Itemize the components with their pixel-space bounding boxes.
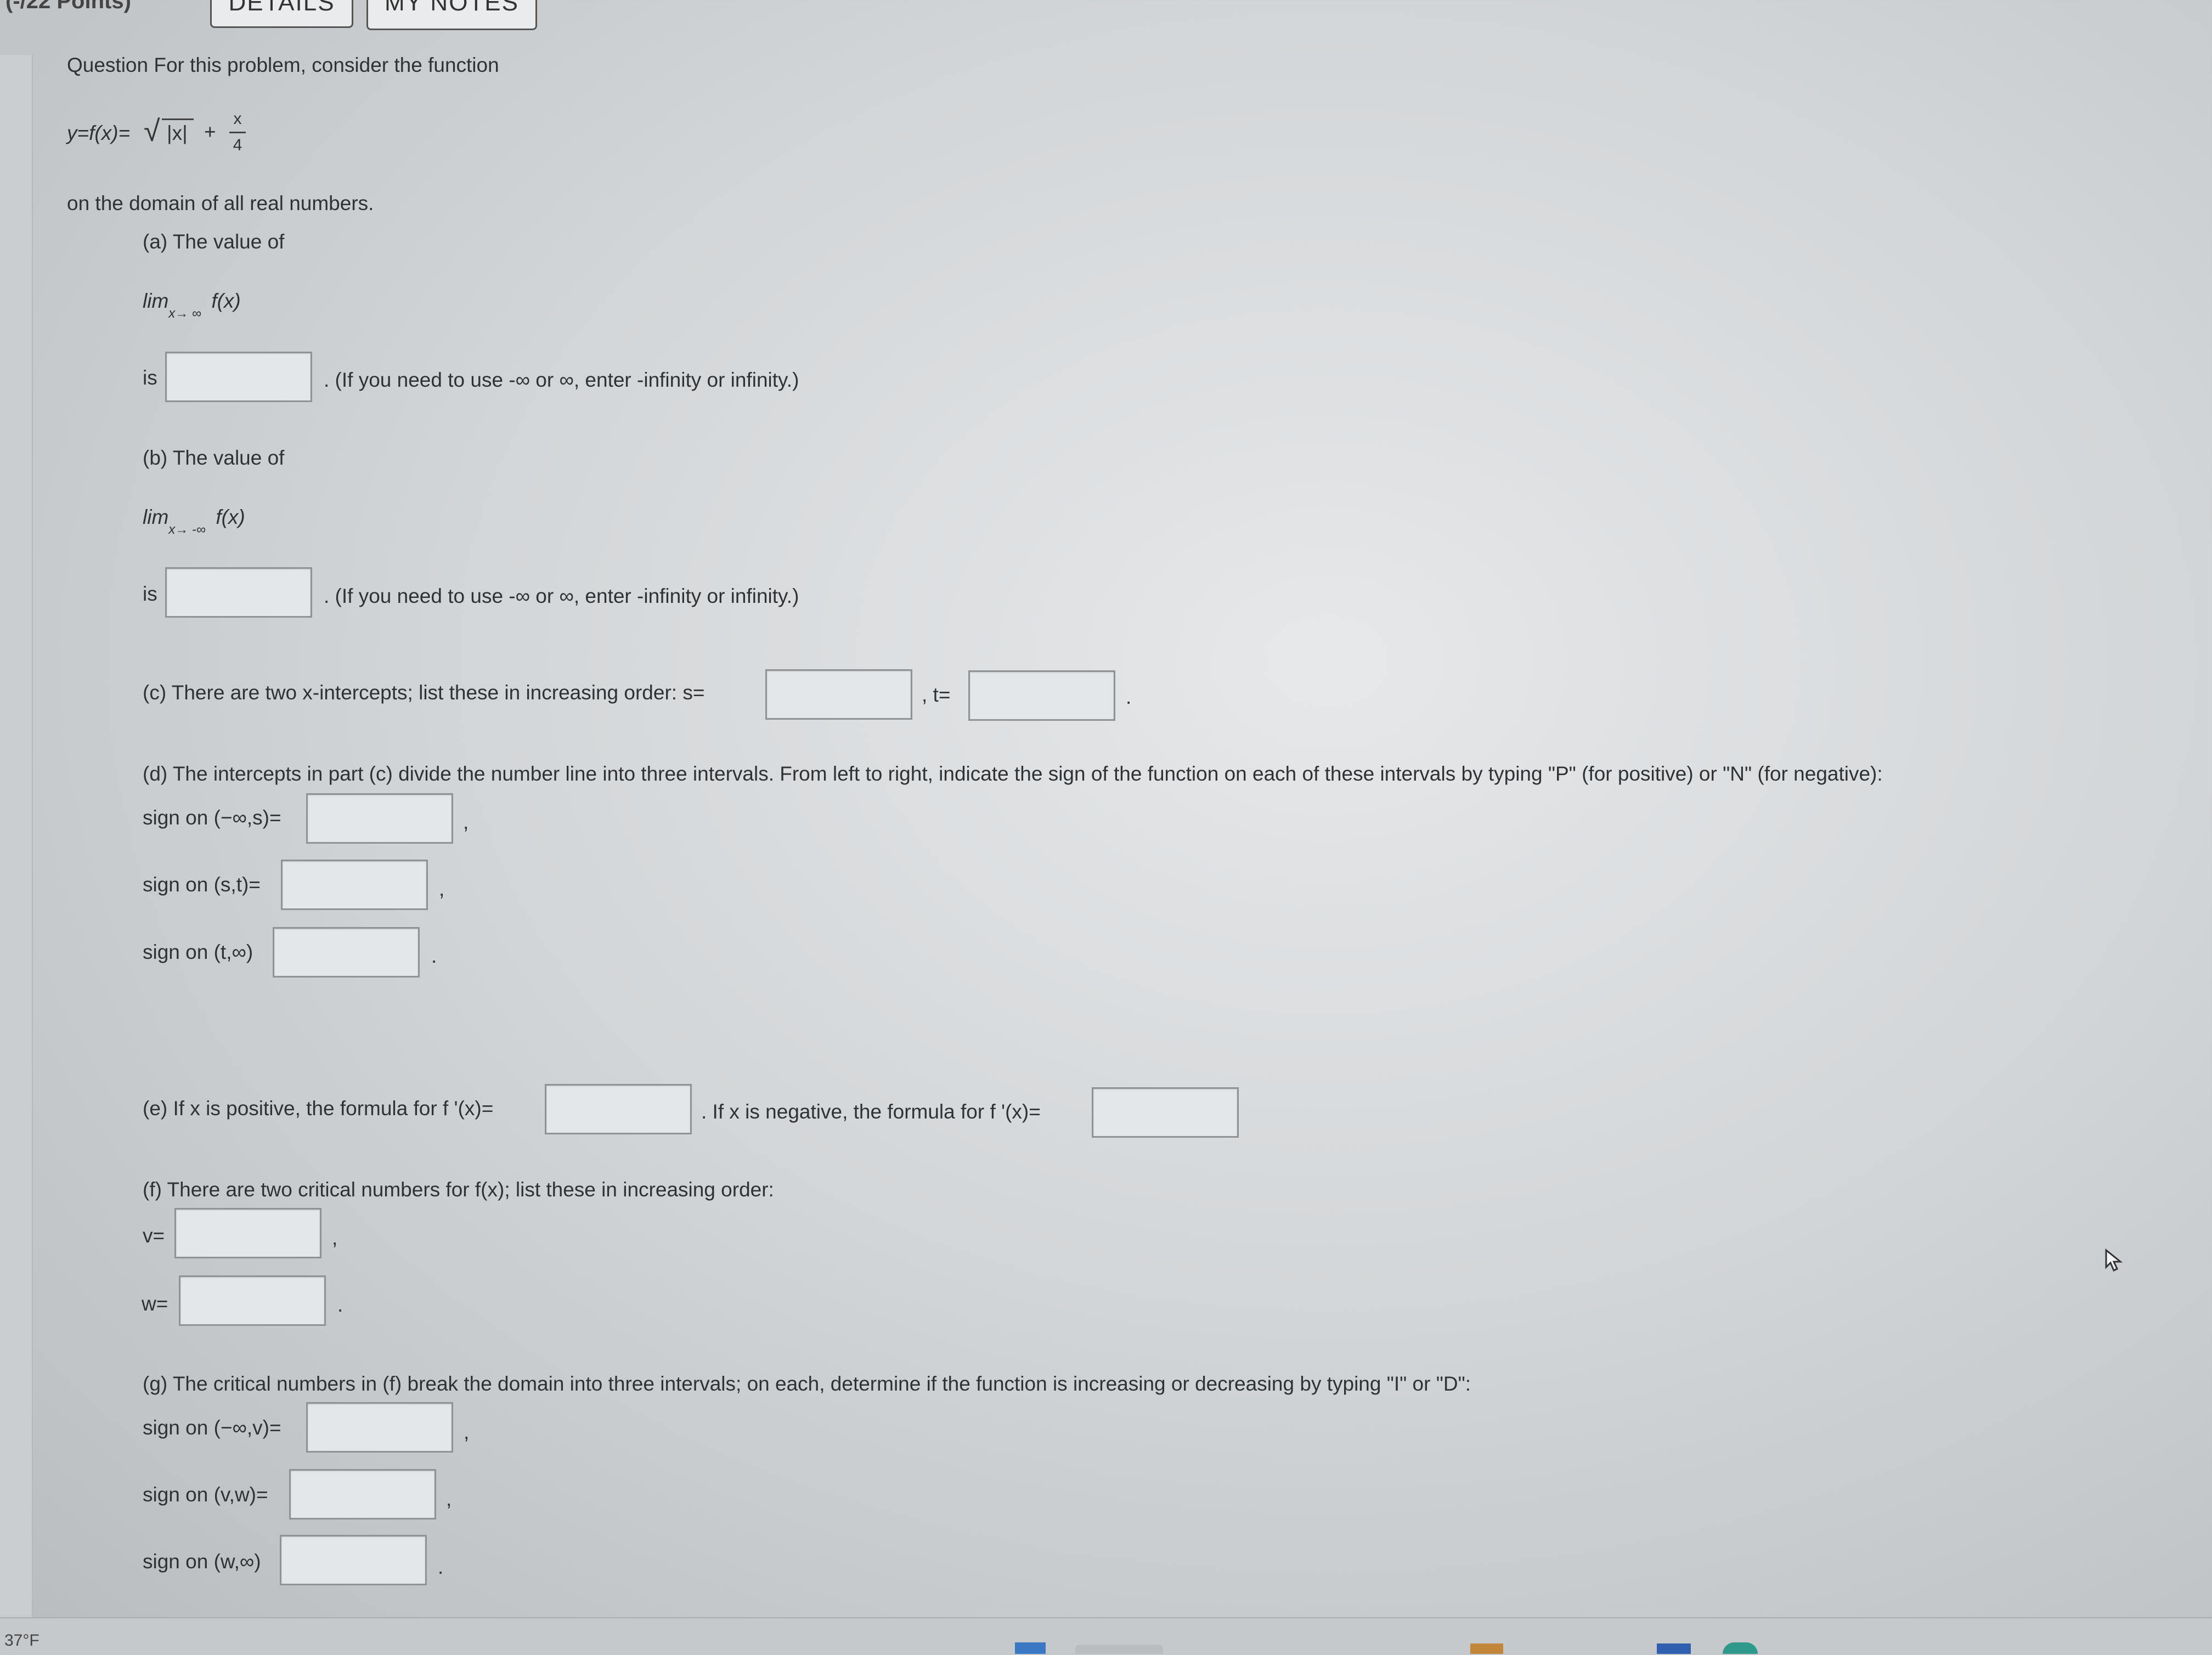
part-a-hint: . (If you need to use -∞ or ∞, enter -in… <box>324 369 799 391</box>
part-g-row2-comma: , <box>446 1488 452 1510</box>
part-c-label: (c) There are two x-intercepts; list the… <box>143 681 705 704</box>
part-g-row3-period: . <box>438 1556 444 1578</box>
lim-fx: f(x) <box>211 290 241 312</box>
taskbar-app-icon[interactable] <box>1723 1642 1758 1654</box>
part-f-w-input[interactable] <box>179 1275 326 1326</box>
part-d-row2-comma: , <box>439 878 445 900</box>
part-g-row1-label: sign on (−∞,v)= <box>143 1416 281 1439</box>
part-d-row1-label: sign on (−∞,s)= <box>143 806 281 829</box>
taskbar-app-icon[interactable] <box>1470 1643 1503 1654</box>
temperature-readout: 37°F <box>4 1631 40 1650</box>
part-b-hint: . (If you need to use -∞ or ∞, enter -in… <box>324 585 799 607</box>
part-d-row2-input[interactable] <box>281 860 428 910</box>
part-c-end: . <box>1126 686 1132 708</box>
domain-statement: on the domain of all real numbers. <box>67 192 374 214</box>
part-d-row3-period: . <box>431 945 437 967</box>
part-d-row2-label: sign on (s,t)= <box>143 873 261 896</box>
fraction-denominator: 4 <box>233 136 242 154</box>
taskbar-app-icon[interactable] <box>1015 1642 1046 1654</box>
part-g-row3-input[interactable] <box>280 1535 427 1585</box>
my-notes-button[interactable]: MY NOTES <box>366 0 537 30</box>
part-g-row2-input[interactable] <box>289 1469 436 1520</box>
part-b-limit: limx→ -∞ f(x) <box>143 506 245 537</box>
part-f-w-period: . <box>337 1294 343 1316</box>
fraction-numerator: x <box>233 110 242 128</box>
sqrt-bar <box>162 118 194 120</box>
part-c-t-input[interactable] <box>968 670 1115 721</box>
part-g-label: (g) The critical numbers in (f) break th… <box>143 1372 1471 1395</box>
part-b-is: is <box>143 583 157 605</box>
part-b-input[interactable] <box>165 567 312 618</box>
part-g-row1-comma: , <box>464 1421 470 1443</box>
question-intro: Question For this problem, consider the … <box>67 54 499 76</box>
part-a-label: (a) The value of <box>143 230 285 253</box>
left-margin-strip <box>0 55 33 1617</box>
function-prefix: y=f(x)= <box>67 122 131 144</box>
part-f-label: (f) There are two critical numbers for f… <box>143 1178 774 1201</box>
lim-text: lim <box>143 506 169 528</box>
taskbar-app-icon[interactable] <box>1075 1645 1163 1654</box>
part-c-t-label: , t= <box>922 684 951 706</box>
part-b-label: (b) The value of <box>143 447 285 469</box>
part-f-v-input[interactable] <box>174 1208 321 1258</box>
part-a-limit: limx→ ∞ f(x) <box>143 290 241 321</box>
part-g-row2-label: sign on (v,w)= <box>143 1483 268 1506</box>
details-button[interactable]: DETAILS <box>210 0 353 28</box>
part-d-row1-input[interactable] <box>306 793 453 844</box>
function-plus: + <box>204 121 216 143</box>
mouse-cursor-icon <box>2105 1249 2123 1272</box>
part-d-row3-input[interactable] <box>273 927 420 978</box>
part-f-v-label: v= <box>143 1224 165 1247</box>
part-e-label2: . If x is negative, the formula for f '(… <box>701 1100 1041 1123</box>
part-f-w-label: w= <box>142 1292 168 1315</box>
function-abs: |x| <box>167 122 188 144</box>
part-g-row1-input[interactable] <box>306 1402 453 1453</box>
points-label: (-/22 Points) <box>5 0 131 13</box>
lim-subscript: x→ ∞ <box>168 306 202 321</box>
part-a-is: is <box>143 366 157 389</box>
sqrt-symbol: √ <box>144 115 160 148</box>
lim-fx: f(x) <box>216 506 245 528</box>
part-c-s-input[interactable] <box>765 669 912 720</box>
lim-text: lim <box>143 290 169 312</box>
lim-subscript: x→ -∞ <box>168 522 206 537</box>
part-a-input[interactable] <box>165 352 312 402</box>
part-e-label: (e) If x is positive, the formula for f … <box>143 1097 494 1120</box>
part-g-row3-label: sign on (w,∞) <box>143 1550 261 1573</box>
part-d-label: (d) The intercepts in part (c) divide th… <box>143 762 1883 785</box>
part-e-negative-input[interactable] <box>1092 1087 1239 1138</box>
part-f-v-comma: , <box>332 1227 338 1249</box>
fraction-line <box>229 132 246 133</box>
part-d-row1-comma: , <box>463 811 469 833</box>
taskbar-app-icon[interactable] <box>1657 1643 1691 1654</box>
part-d-row3-label: sign on (t,∞) <box>143 941 253 963</box>
part-e-positive-input[interactable] <box>545 1084 692 1134</box>
